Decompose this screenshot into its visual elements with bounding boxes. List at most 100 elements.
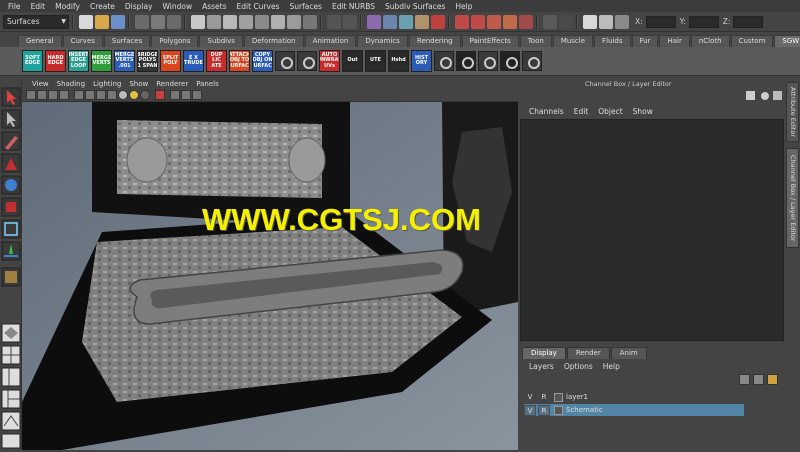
select-by-surface-icon[interactable] [239, 14, 253, 29]
shelf-button-insert-edge-loop[interactable]: INSERT EDGE LOOP [68, 50, 89, 72]
shelf-button-hard-edge[interactable]: HARD EDGE [45, 50, 66, 72]
panel-menu-view[interactable]: View [28, 80, 53, 88]
z-field[interactable] [733, 15, 764, 28]
channel-box-menu-edit[interactable]: Edit [569, 107, 594, 116]
shelf-tab-fluids[interactable]: Fluids [594, 35, 631, 47]
menu-subdiv-surfaces[interactable]: Subdiv Surfaces [380, 2, 450, 11]
shelf-button-copy-obj-on-surface[interactable]: COPY OBJ ON SURFACE [252, 50, 273, 72]
shelf-tab-painteffects[interactable]: PaintEffects [461, 35, 519, 47]
layer-tab-anim[interactable]: Anim [610, 347, 647, 359]
camera-bookmark-icon[interactable] [37, 90, 47, 100]
create-layer-empty-icon[interactable] [739, 374, 750, 385]
shadows-icon[interactable] [129, 90, 139, 100]
menu-edit[interactable]: Edit [26, 2, 51, 11]
shelf-tab-fur[interactable]: Fur [631, 35, 659, 47]
menu-set-selector[interactable]: Surfaces ▼ [3, 14, 69, 29]
rotate-tool-icon[interactable] [1, 175, 21, 195]
hypershade-icon[interactable] [519, 14, 533, 29]
shelf-extra-2-icon[interactable] [297, 51, 317, 71]
layer-menu-layers[interactable]: Layers [524, 362, 559, 371]
layer-options-icon[interactable] [767, 374, 778, 385]
grid-icon[interactable] [59, 90, 69, 100]
layer-render-toggle[interactable]: R [538, 404, 550, 416]
layer-row[interactable]: V R Schematic [524, 404, 744, 416]
show-attribute-editor-icon[interactable] [583, 14, 597, 29]
shelf-button-attach-obj-to-surface[interactable]: ATTACH OBJ TO SURFACE [229, 50, 250, 72]
ipr-render-icon[interactable] [487, 14, 501, 29]
channel-box-menu-object[interactable]: Object [593, 107, 627, 116]
snap-to-grid-icon[interactable] [367, 14, 381, 29]
select-by-dynamic-icon[interactable] [271, 14, 285, 29]
layer-render-toggle[interactable]: R [538, 392, 550, 403]
menu-create[interactable]: Create [85, 2, 120, 11]
shelf-button-out[interactable]: Out [342, 50, 363, 72]
select-by-misc-icon[interactable] [303, 14, 317, 29]
shelf-tool-d-icon[interactable] [500, 51, 520, 71]
lock-selection-icon[interactable] [327, 14, 341, 29]
shelf-tool-e-icon[interactable] [522, 51, 542, 71]
textured-icon[interactable] [107, 90, 117, 100]
open-scene-icon[interactable] [95, 14, 109, 29]
layer-row[interactable]: V Rlayer1 [524, 391, 744, 403]
shelf-tool-c-icon[interactable] [478, 51, 498, 71]
layer-menu-options[interactable]: Options [559, 362, 598, 371]
xray-icon[interactable] [170, 90, 180, 100]
menu-modify[interactable]: Modify [50, 2, 85, 11]
xray-joints-icon[interactable] [181, 90, 191, 100]
layer-tab-render[interactable]: Render [566, 347, 610, 359]
high-quality-icon[interactable] [140, 90, 150, 100]
shelf-extra-1-icon[interactable] [275, 51, 295, 71]
shelf-button-soft-edge[interactable]: SOFT EDGE [22, 50, 43, 72]
panel-menu-lighting[interactable]: Lighting [89, 80, 125, 88]
shelf-tab-dynamics[interactable]: Dynamics [357, 35, 408, 47]
shelf-tool-a-icon[interactable] [434, 51, 454, 71]
shelf-button-dup-lic-ate[interactable]: DUP LIC ATE [206, 50, 227, 72]
layout-side-icon[interactable] [1, 367, 21, 387]
shelf-tab-surfaces[interactable]: Surfaces [103, 35, 151, 47]
menu-display[interactable]: Display [120, 2, 158, 11]
layout-graph-icon[interactable] [1, 411, 21, 431]
menu-assets[interactable]: Assets [197, 2, 231, 11]
layout-hypershade-icon[interactable] [1, 433, 21, 449]
shelf-tab-hair[interactable]: Hair [659, 35, 690, 47]
isolate-select-icon[interactable] [155, 90, 165, 100]
shelf-tab-custom[interactable]: Custom [730, 35, 774, 47]
float-panel-icon[interactable] [773, 91, 782, 100]
layout-single-icon[interactable] [1, 323, 21, 343]
help-icon[interactable] [761, 92, 769, 100]
shelf-tab-general[interactable]: General [18, 35, 62, 47]
select-by-handle-icon[interactable] [191, 14, 205, 29]
shelf-tool-b-icon[interactable] [456, 51, 476, 71]
shelf-button-e-x-trude[interactable]: E X TRUDE [183, 50, 204, 72]
soft-mod-tool-icon[interactable] [1, 241, 21, 261]
shelf-tab-deformation[interactable]: Deformation [243, 35, 304, 47]
panel-menu-panels[interactable]: Panels [192, 80, 223, 88]
snap-to-point-icon[interactable] [399, 14, 413, 29]
shelf-tab-muscle[interactable]: Muscle [552, 35, 594, 47]
show-channel-box-icon[interactable] [615, 14, 629, 29]
move-tool-icon[interactable] [1, 153, 21, 173]
shelf-button-auto-unwrap-uvs[interactable]: AUTO UNWRAP UVs [319, 50, 340, 72]
smooth-shade-icon[interactable] [85, 90, 95, 100]
shelf-tab-rendering[interactable]: Rendering [408, 35, 461, 47]
scale-tool-icon[interactable] [1, 197, 21, 217]
menu-help[interactable]: Help [450, 2, 477, 11]
use-all-lights-icon[interactable] [118, 90, 128, 100]
panel-menu-renderer[interactable]: Renderer [152, 80, 192, 88]
input-line-icon[interactable] [543, 14, 557, 29]
absolute-transform-icon[interactable] [559, 14, 573, 29]
layer-menu-help[interactable]: Help [598, 362, 625, 371]
select-object-icon[interactable] [151, 14, 165, 29]
shelf-tab-sgw[interactable]: SGW [774, 35, 800, 47]
shelf-tab-ncloth[interactable]: nCloth [690, 35, 730, 47]
y-field[interactable] [688, 15, 719, 28]
layer-visibility-toggle[interactable]: V [524, 404, 536, 416]
channel-box-menu-show[interactable]: Show [628, 107, 658, 116]
attribute-editor-tab[interactable]: Attribute Editor [786, 82, 799, 142]
select-component-icon[interactable] [167, 14, 181, 29]
shelf-button-split-poly[interactable]: SPLIT POLY [160, 50, 181, 72]
select-by-render-icon[interactable] [287, 14, 301, 29]
layer-visibility-toggle[interactable]: V [524, 392, 536, 403]
channel-box-body[interactable] [520, 119, 784, 341]
x-field[interactable] [645, 15, 676, 28]
